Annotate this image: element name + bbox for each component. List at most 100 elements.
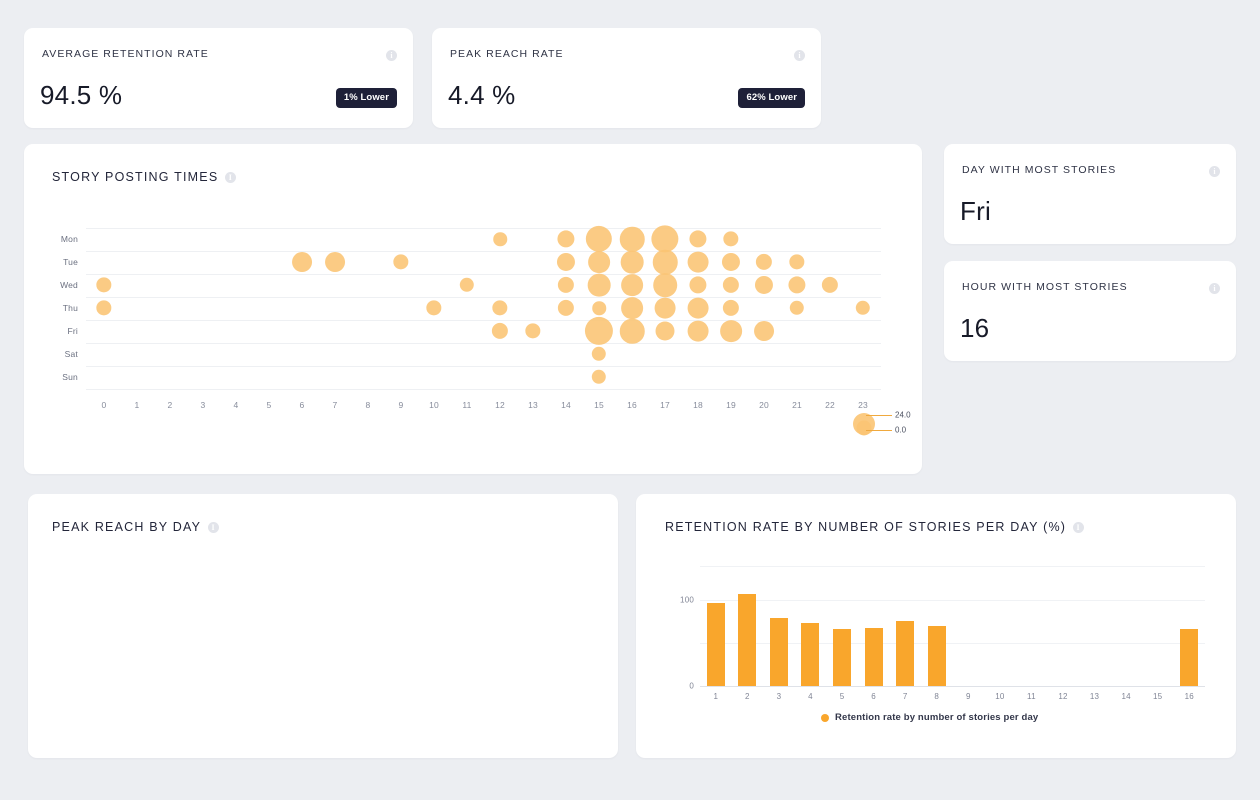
bubble-point[interactable]	[588, 251, 610, 273]
x-axis-tick-label: 10	[429, 400, 439, 410]
x-axis-tick-label: 16	[1184, 692, 1194, 701]
bar[interactable]	[833, 629, 852, 686]
bubble-point[interactable]	[689, 276, 707, 294]
info-icon[interactable]: i	[386, 50, 397, 61]
size-legend-min-label: 0.0	[895, 425, 907, 435]
grid-line	[86, 296, 881, 298]
bubble-point[interactable]	[652, 249, 678, 275]
bubble-point[interactable]	[754, 321, 774, 341]
bar[interactable]	[769, 618, 788, 686]
bubble-point[interactable]	[292, 252, 312, 272]
bubble-point[interactable]	[493, 232, 507, 246]
bubble-point[interactable]	[591, 369, 607, 385]
bubble-point[interactable]	[654, 297, 676, 319]
y-axis-tick-label: Wed	[60, 280, 78, 290]
info-icon[interactable]: i	[1209, 166, 1220, 177]
bubble-point[interactable]	[584, 316, 614, 346]
stat-card-day-with-most-stories[interactable]: DAY WITH MOST STORIES i Fri	[944, 144, 1236, 244]
bubble-point[interactable]	[459, 277, 475, 293]
stat-card-hour-with-most-stories[interactable]: HOUR WITH MOST STORIES i 16	[944, 261, 1236, 361]
bubble-point[interactable]	[325, 252, 345, 272]
panel-peak-reach-by-day: PEAK REACH BY DAYi 050100150200reachMay …	[28, 494, 618, 758]
bubble-point[interactable]	[491, 322, 509, 340]
bubble-point[interactable]	[585, 225, 613, 253]
bubble-point[interactable]	[855, 300, 871, 316]
y-axis-tick-label: Tue	[63, 257, 78, 267]
y-axis-tick-label: Sat	[64, 349, 78, 359]
bubble-point[interactable]	[393, 254, 409, 270]
bubble-point[interactable]	[755, 253, 773, 271]
legend-dot-swatch	[821, 713, 829, 722]
bubble-point[interactable]	[592, 301, 606, 315]
bubble-point[interactable]	[789, 254, 805, 270]
bubble-point[interactable]	[619, 318, 645, 344]
y-axis-tick-label: Sun	[62, 372, 78, 382]
bubble-point[interactable]	[723, 231, 739, 247]
bubble-point[interactable]	[492, 300, 508, 316]
bar[interactable]	[927, 626, 946, 686]
bubble-point[interactable]	[525, 323, 541, 339]
x-axis-tick-label: 6	[871, 692, 876, 701]
x-axis-tick-label: 8	[365, 400, 371, 410]
x-axis-tick-label: 3	[776, 692, 782, 701]
bubble-point[interactable]	[557, 230, 575, 248]
info-icon[interactable]: i	[794, 50, 805, 61]
bar[interactable]	[738, 594, 757, 686]
x-axis-tick-label: 3	[200, 400, 206, 410]
bubble-point[interactable]	[653, 273, 677, 297]
bubble-point[interactable]	[556, 252, 576, 272]
bubble-point[interactable]	[687, 297, 709, 319]
bar[interactable]	[706, 602, 725, 686]
bubble-point[interactable]	[722, 299, 740, 317]
bar[interactable]	[896, 620, 915, 686]
y-axis-tick-label: 100	[680, 595, 694, 605]
size-legend-leader-line	[866, 415, 892, 416]
bubble-point[interactable]	[720, 320, 742, 342]
bubble-point[interactable]	[821, 276, 839, 294]
dashboard-page: AVERAGE RETENTION RATE i 94.5 % 1% Lower…	[0, 0, 1260, 800]
grid-line	[86, 227, 881, 229]
chart-legend[interactable]: Retention rate by number of stories per …	[821, 712, 1038, 723]
bubble-point[interactable]	[621, 297, 643, 319]
bubble-point[interactable]	[689, 230, 707, 248]
x-axis-tick-label: 7	[902, 692, 908, 701]
bubble-point[interactable]	[557, 299, 575, 317]
x-axis-tick-label: 14	[1121, 692, 1131, 701]
bubble-point[interactable]	[619, 226, 645, 252]
x-axis-tick-label: 19	[726, 400, 736, 410]
bubble-point[interactable]	[789, 300, 805, 316]
bubble-point[interactable]	[687, 320, 709, 342]
bubble-point[interactable]	[754, 275, 774, 295]
bubble-point[interactable]	[788, 276, 806, 294]
x-axis-tick-label: 0	[101, 400, 107, 410]
info-icon[interactable]: i	[1209, 283, 1220, 294]
bubble-point[interactable]	[621, 274, 643, 296]
bubble-point[interactable]	[96, 300, 112, 316]
bar[interactable]	[1180, 628, 1199, 686]
kpi-card-average-retention-rate[interactable]: AVERAGE RETENTION RATE i 94.5 % 1% Lower	[24, 28, 413, 128]
info-icon[interactable]: i	[225, 172, 237, 184]
bubble-point[interactable]	[96, 277, 112, 293]
bubble-point[interactable]	[620, 250, 644, 274]
x-axis-tick-label: 22	[825, 400, 835, 410]
bubble-point[interactable]	[557, 276, 575, 294]
bubble-point[interactable]	[651, 225, 679, 253]
bubble-point[interactable]	[655, 321, 675, 341]
bubble-point[interactable]	[426, 300, 442, 316]
kpi-card-peak-reach-rate[interactable]: PEAK REACH RATE i 4.4 % 62% Lower	[432, 28, 821, 128]
line-series-path	[28, 494, 620, 758]
bubble-point[interactable]	[721, 252, 741, 272]
line-chart: 050100150200reachMay '22Jul '22Sep '22No…	[28, 494, 618, 758]
x-axis-tick-label: 2	[745, 692, 750, 701]
x-axis-tick-label: 9	[965, 692, 971, 701]
bubble-point[interactable]	[722, 276, 740, 294]
bar[interactable]	[801, 623, 820, 686]
bubble-point[interactable]	[591, 346, 607, 362]
bar[interactable]	[864, 627, 883, 686]
bubble-chart: Mon Tue Wed Thu Fri Sat Sun 0 1 2 3 4 5 6 7 8 9 10 11 12 13 1…	[60, 224, 911, 454]
x-axis-tick-label: 6	[299, 400, 305, 410]
bubble-point[interactable]	[687, 251, 709, 273]
grid-line	[86, 388, 881, 390]
x-axis-tick-label: 21	[792, 400, 802, 410]
bubble-point[interactable]	[587, 273, 611, 297]
